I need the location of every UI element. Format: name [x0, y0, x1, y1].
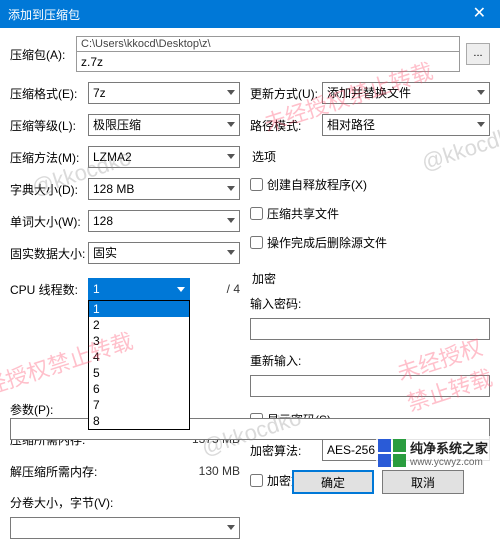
button-row: 确定 取消 [292, 470, 464, 494]
alg-label: 加密算法: [250, 442, 322, 459]
brand-url: www.ycwyz.com [410, 457, 488, 468]
level-select[interactable]: 极限压缩 [88, 114, 240, 136]
pwd1-input[interactable] [250, 318, 490, 340]
archive-label: 压缩包(A): [10, 46, 70, 63]
solid-label: 固实数据大小: [10, 245, 88, 262]
encryption-title: 加密 [252, 270, 490, 287]
share-label: 压缩共享文件 [267, 205, 339, 222]
pathmode-select[interactable]: 相对路径 [322, 114, 490, 136]
cpu-option[interactable]: 2 [89, 317, 189, 333]
pathmode-label: 路径模式: [250, 117, 322, 134]
cpu-option[interactable]: 4 [89, 349, 189, 365]
solid-select[interactable]: 固实 [88, 242, 240, 264]
format-label: 压缩格式(E): [10, 85, 88, 102]
pwd2-label: 重新输入: [250, 352, 490, 369]
options-title: 选项 [252, 148, 490, 165]
ok-button[interactable]: 确定 [292, 470, 374, 494]
split-select[interactable] [10, 517, 240, 539]
update-select[interactable]: 添加并替换文件 [322, 82, 490, 104]
ram-decomp-label: 解压缩所需内存: [10, 463, 120, 480]
logo-icon [378, 439, 406, 467]
cpu-option[interactable]: 5 [89, 365, 189, 381]
encnames-checkbox[interactable] [250, 474, 263, 487]
archive-dir: C:\Users\kkocd\Desktop\z\ [77, 37, 459, 51]
update-label: 更新方式(U): [250, 85, 322, 102]
browse-button[interactable]: ... [466, 43, 490, 65]
brand-name: 纯净系统之家 [410, 438, 488, 457]
dict-select[interactable]: 128 MB [88, 178, 240, 200]
sfx-checkbox[interactable] [250, 178, 263, 191]
archive-path-row: 压缩包(A): C:\Users\kkocd\Desktop\z\ ... [0, 28, 500, 78]
branding: 纯净系统之家 www.ycwyz.com [376, 436, 490, 470]
delete-label: 操作完成后删除源文件 [267, 234, 387, 251]
cpu-option[interactable]: 6 [89, 381, 189, 397]
format-select[interactable]: 7z [88, 82, 240, 104]
word-select[interactable]: 128 [88, 210, 240, 232]
titlebar: 添加到压缩包 ✕ [0, 0, 500, 28]
pwd1-label: 输入密码: [250, 295, 490, 312]
ram-decomp-value: 130 MB [180, 464, 240, 478]
cancel-button[interactable]: 取消 [382, 470, 464, 494]
params-label: 参数(P): [10, 401, 490, 418]
cpu-option[interactable]: 7 [89, 397, 189, 413]
delete-checkbox[interactable] [250, 236, 263, 249]
archive-file-input[interactable] [77, 51, 459, 71]
title: 添加到压缩包 [8, 6, 80, 23]
cpu-option[interactable]: 8 [89, 413, 189, 429]
pwd2-input[interactable] [250, 375, 490, 397]
cpu-dropdown-list[interactable]: 12345678 [88, 300, 190, 430]
cpu-option[interactable]: 1 [89, 301, 189, 317]
dict-label: 字典大小(D): [10, 181, 88, 198]
cpu-option[interactable]: 3 [89, 333, 189, 349]
method-select[interactable]: LZMA2 [88, 146, 240, 168]
method-label: 压缩方法(M): [10, 149, 88, 166]
close-icon[interactable]: ✕ [467, 6, 492, 22]
cpu-select[interactable]: 1 [88, 278, 190, 300]
level-label: 压缩等级(L): [10, 117, 88, 134]
split-label: 分卷大小，字节(V): [10, 496, 113, 510]
cpu-label: CPU 线程数: [10, 281, 88, 298]
cpu-total: / 4 [190, 282, 240, 296]
word-label: 单词大小(W): [10, 213, 88, 230]
sfx-label: 创建自释放程序(X) [267, 176, 367, 193]
archive-path-box: C:\Users\kkocd\Desktop\z\ [76, 36, 460, 72]
share-checkbox[interactable] [250, 207, 263, 220]
